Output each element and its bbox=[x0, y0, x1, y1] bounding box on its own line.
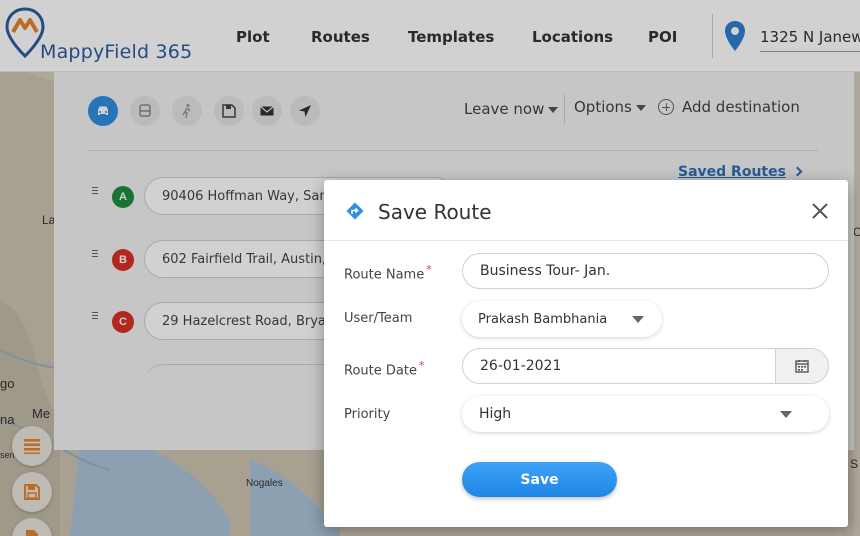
route-name-input[interactable]: Business Tour- Jan. bbox=[462, 253, 829, 289]
required-mark: * bbox=[418, 359, 425, 372]
route-turn-icon bbox=[346, 202, 364, 220]
dialog-header: Save Route bbox=[324, 180, 848, 241]
priority-label: Priority bbox=[344, 407, 391, 422]
date-picker-button[interactable] bbox=[775, 348, 829, 384]
caret-down-icon bbox=[632, 316, 644, 323]
route-date-input[interactable]: 26-01-2021 bbox=[462, 348, 776, 384]
caret-down-icon bbox=[780, 411, 792, 418]
route-date-label-text: Route Date bbox=[344, 363, 417, 379]
dialog-title: Save Route bbox=[378, 200, 492, 224]
user-team-value: Prakash Bambhania bbox=[478, 311, 608, 327]
priority-select[interactable]: High bbox=[462, 396, 829, 432]
close-icon[interactable] bbox=[811, 202, 829, 220]
save-button[interactable]: Save bbox=[462, 462, 617, 497]
priority-value: High bbox=[479, 406, 512, 422]
route-date-label: Route Date * bbox=[344, 359, 424, 378]
save-route-dialog: Save Route Route Name * Business Tour- Ja… bbox=[324, 180, 848, 527]
route-name-label: Route Name * bbox=[344, 263, 432, 282]
user-team-select[interactable]: Prakash Bambhania bbox=[462, 301, 662, 337]
route-name-label-text: Route Name bbox=[344, 267, 425, 283]
required-mark: * bbox=[426, 263, 432, 276]
calendar-icon bbox=[795, 360, 809, 373]
user-team-label: User/Team bbox=[344, 311, 413, 326]
